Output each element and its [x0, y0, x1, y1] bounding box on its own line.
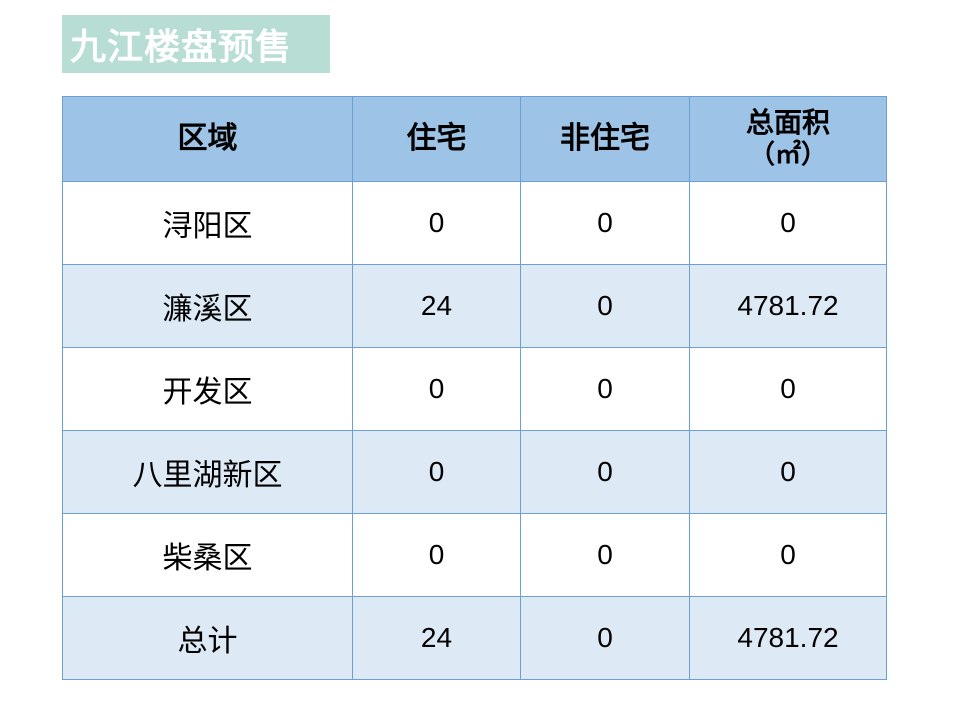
- table-row: 开发区 0 0 0: [62, 347, 887, 431]
- header-total-area: 总面积 （㎡）: [689, 96, 887, 182]
- non-residential-cell: 0: [520, 596, 690, 680]
- total-area-cell: 0: [689, 513, 887, 597]
- header-residential: 住宅: [352, 96, 521, 182]
- table-total-row: 总计 24 0 4781.72: [62, 596, 887, 680]
- non-residential-cell: 0: [520, 264, 690, 348]
- non-residential-cell: 0: [520, 430, 690, 514]
- table-row: 浔阳区 0 0 0: [62, 181, 887, 265]
- table-row: 柴桑区 0 0 0: [62, 513, 887, 597]
- header-total-area-unit: （㎡）: [748, 140, 827, 170]
- header-total-area-label: 总面积: [745, 106, 830, 139]
- residential-cell: 24: [352, 264, 521, 348]
- region-cell: 开发区: [62, 347, 353, 431]
- total-area-cell: 0: [689, 430, 887, 514]
- header-region: 区域: [62, 96, 353, 182]
- residential-cell: 0: [352, 181, 521, 265]
- residential-cell: 0: [352, 430, 521, 514]
- table-row: 八里湖新区 0 0 0: [62, 430, 887, 514]
- total-area-cell: 0: [689, 181, 887, 265]
- region-cell: 八里湖新区: [62, 430, 353, 514]
- region-cell: 浔阳区: [62, 181, 353, 265]
- presale-table: 区域 住宅 非住宅 总面积 （㎡） 浔阳区 0 0 0 濂溪区 24 0 478…: [62, 96, 887, 680]
- page-title-banner: 九江楼盘预售: [62, 15, 330, 73]
- region-cell: 总计: [62, 596, 353, 680]
- region-cell: 柴桑区: [62, 513, 353, 597]
- page-title: 九江楼盘预售: [70, 27, 293, 68]
- non-residential-cell: 0: [520, 181, 690, 265]
- residential-cell: 0: [352, 347, 521, 431]
- non-residential-cell: 0: [520, 513, 690, 597]
- region-cell: 濂溪区: [62, 264, 353, 348]
- header-non-residential: 非住宅: [520, 96, 690, 182]
- residential-cell: 0: [352, 513, 521, 597]
- residential-cell: 24: [352, 596, 521, 680]
- table-row: 濂溪区 24 0 4781.72: [62, 264, 887, 348]
- total-area-cell: 4781.72: [689, 596, 887, 680]
- table-header-row: 区域 住宅 非住宅 总面积 （㎡）: [62, 96, 887, 182]
- total-area-cell: 4781.72: [689, 264, 887, 348]
- non-residential-cell: 0: [520, 347, 690, 431]
- total-area-cell: 0: [689, 347, 887, 431]
